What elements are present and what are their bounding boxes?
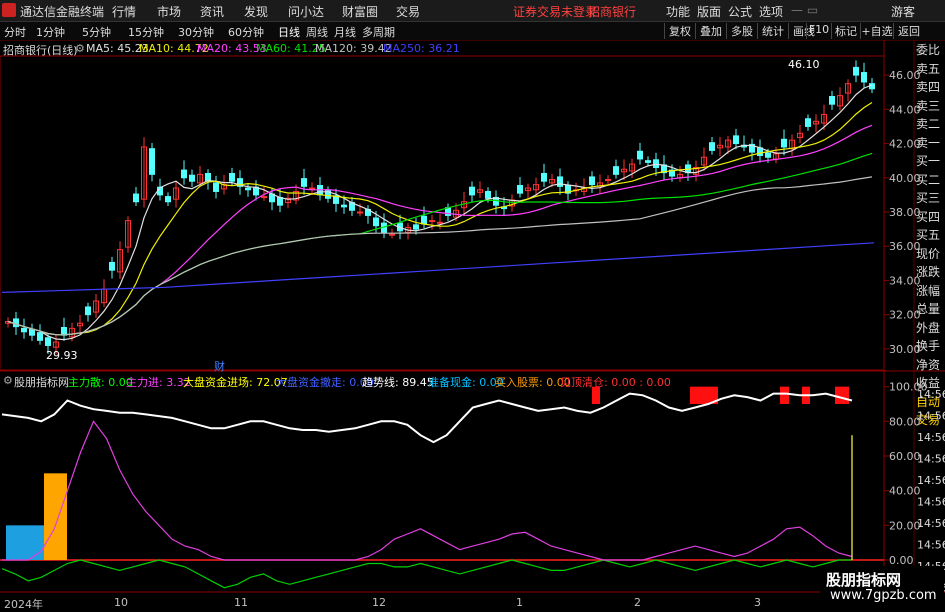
price-axis-label: 32.00: [889, 309, 921, 322]
candle: [853, 66, 859, 76]
candle: [765, 152, 771, 158]
top-signal-block: [835, 386, 849, 404]
price-axis-label: 40.00: [889, 172, 921, 185]
candle: [645, 160, 651, 163]
date-label: 2024年: [4, 598, 43, 611]
candle: [829, 96, 835, 105]
candle: [389, 233, 395, 236]
time-label: 14:56: [917, 496, 945, 509]
candle: [653, 159, 659, 169]
date-label: 3: [754, 596, 761, 609]
price-axis-label: 44.00: [889, 103, 921, 116]
candle: [29, 328, 35, 336]
ind-axis-label: 20.00: [889, 519, 921, 532]
candle: [605, 178, 611, 181]
price-axis-label: 34.00: [889, 274, 921, 287]
ind-axis-label: 80.00: [889, 415, 921, 428]
price-axis-label: 30.00: [889, 343, 921, 356]
date-label: 10: [114, 596, 128, 609]
candle: [149, 148, 155, 175]
candle: [133, 193, 139, 203]
green-line: [1, 559, 852, 589]
time-label: 14:56: [917, 388, 945, 401]
time-label: 14:56: [917, 410, 945, 423]
candle: [213, 182, 219, 192]
fund-bar: [6, 525, 44, 560]
candle: [341, 204, 347, 208]
candle: [613, 166, 619, 175]
ma250-line: [1, 242, 875, 293]
candle: [485, 190, 491, 199]
time-label: 14:56: [917, 539, 945, 552]
candle: [733, 135, 739, 145]
candle: [189, 174, 195, 182]
high-annotation: 46.10: [788, 58, 820, 71]
candle: [109, 261, 115, 271]
watermark-title: 股朋指标网: [826, 571, 902, 589]
price-axis-label: 46.00: [889, 69, 921, 82]
date-label: 12: [372, 596, 386, 609]
time-label: 14:56: [917, 474, 945, 487]
candle: [181, 169, 187, 179]
ind-axis-label: 40.00: [889, 485, 921, 498]
top-signal-block: [592, 386, 600, 404]
candle: [421, 215, 427, 225]
kline-chart[interactable]: 46.00 44.00 42.00 40.00 38.00 36.00 34.00 32.00…: [0, 0, 945, 609]
candle: [469, 186, 475, 196]
candle: [45, 337, 51, 346]
candle: [357, 211, 363, 214]
candle: [245, 187, 251, 191]
candle: [781, 138, 787, 148]
candle: [21, 327, 27, 333]
candle: [429, 220, 435, 223]
main-in-line: [2, 420, 853, 561]
candle: [85, 306, 91, 316]
candle: [229, 173, 235, 182]
candle: [277, 196, 283, 206]
trend-line: [1, 392, 853, 444]
candle: [517, 184, 523, 194]
candle: [309, 187, 315, 190]
time-label: 14:56: [917, 453, 945, 466]
price-axis-label: 36.00: [889, 240, 921, 253]
candle: [37, 332, 43, 341]
candle: [13, 318, 19, 328]
candle: [861, 72, 867, 83]
candle: [373, 217, 379, 227]
watermark-url: www.7gpzb.com: [830, 588, 937, 603]
price-axis-label: 42.00: [889, 138, 921, 151]
price-axis-label: 38.00: [889, 206, 921, 219]
candle: [709, 142, 715, 151]
date-label: 1: [516, 596, 523, 609]
candle: [805, 118, 811, 127]
fund-bar: [44, 473, 67, 560]
candle: [437, 221, 443, 224]
ind-axis-label: 60.00: [889, 450, 921, 463]
candle: [541, 173, 547, 182]
date-label: 11: [234, 596, 248, 609]
low-annotation: 29.93: [46, 349, 78, 362]
candle: [261, 196, 267, 199]
finance-marker: 财: [214, 359, 225, 373]
candle: [589, 176, 595, 186]
candle: [557, 176, 563, 187]
candle: [413, 224, 419, 230]
top-signal-block: [780, 386, 789, 404]
date-label: 2: [634, 596, 641, 609]
candle: [165, 196, 171, 203]
candle: [301, 178, 307, 187]
candle: [637, 150, 643, 160]
time-label: 14:56: [917, 431, 945, 444]
time-label: 14:56: [917, 517, 945, 530]
ma60-line: [7, 152, 873, 336]
